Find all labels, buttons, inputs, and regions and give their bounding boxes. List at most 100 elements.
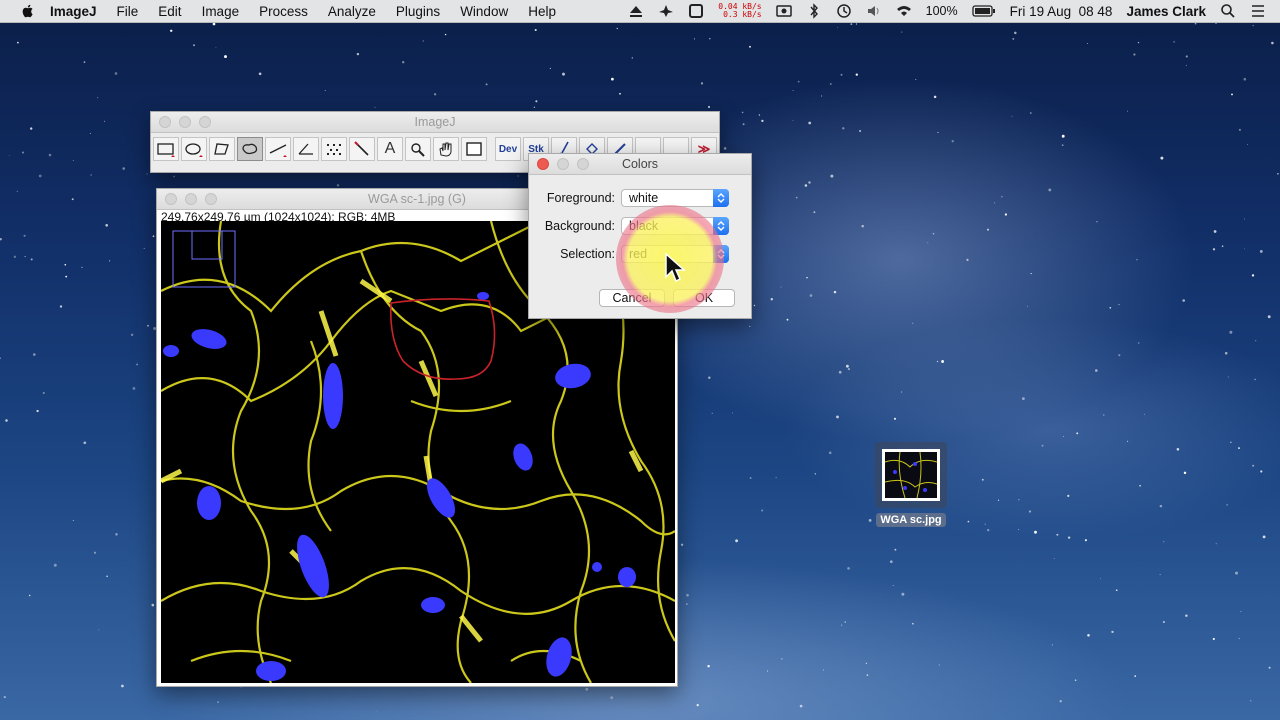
- network-speed[interactable]: 0.04 kB/s 0.3 kB/s: [718, 3, 761, 19]
- foreground-select[interactable]: white: [621, 189, 729, 207]
- zoom-button[interactable]: [199, 116, 211, 128]
- menu-plugins[interactable]: Plugins: [396, 4, 440, 19]
- clock[interactable]: Fri 19 Aug 08 48: [1010, 4, 1113, 19]
- spotlight-search-icon[interactable]: [1220, 3, 1236, 19]
- freehand-tool[interactable]: [237, 137, 263, 161]
- star: [215, 47, 217, 49]
- menu-process[interactable]: Process: [259, 4, 308, 19]
- oval-tool[interactable]: [181, 137, 207, 161]
- close-button[interactable]: [159, 116, 171, 128]
- star: [855, 73, 858, 76]
- window-square-icon[interactable]: [688, 3, 704, 19]
- line-tool[interactable]: [265, 137, 291, 161]
- menu-file[interactable]: File: [117, 4, 139, 19]
- star: [865, 662, 868, 664]
- close-button[interactable]: [165, 193, 177, 205]
- wifi-icon[interactable]: [896, 3, 912, 19]
- wand-tool[interactable]: [349, 137, 375, 161]
- star: [1061, 134, 1065, 138]
- star: [1277, 172, 1279, 175]
- angle-tool[interactable]: [293, 137, 319, 161]
- battery-percent[interactable]: 100%: [926, 4, 958, 18]
- mouse-cursor-icon: [665, 252, 686, 283]
- star: [517, 175, 520, 177]
- star: [680, 543, 684, 546]
- star: [901, 391, 903, 393]
- bluetooth-icon[interactable]: [806, 3, 822, 19]
- star: [1061, 144, 1064, 146]
- star: [792, 119, 794, 121]
- star: [1030, 112, 1032, 114]
- menu-image[interactable]: Image: [202, 4, 240, 19]
- star: [838, 370, 842, 374]
- star: [780, 286, 782, 288]
- menu-edit[interactable]: Edit: [158, 4, 181, 19]
- menu-window[interactable]: Window: [460, 4, 508, 19]
- battery-icon[interactable]: [971, 3, 996, 19]
- star: [1022, 397, 1025, 400]
- star: [732, 412, 734, 414]
- star: [1144, 413, 1145, 415]
- background-label: Background:: [544, 219, 615, 233]
- colors-titlebar[interactable]: Colors: [529, 154, 751, 175]
- menu-help[interactable]: Help: [528, 4, 556, 19]
- minimize-button[interactable]: [185, 193, 197, 205]
- star: [1255, 340, 1257, 342]
- star: [781, 658, 783, 660]
- star: [1018, 499, 1020, 501]
- apple-logo-icon[interactable]: [20, 3, 36, 19]
- menu-app-name[interactable]: ImageJ: [50, 4, 97, 19]
- menu-analyze[interactable]: Analyze: [328, 4, 376, 19]
- star: [1067, 536, 1071, 539]
- point-tool[interactable]: [321, 137, 347, 161]
- zoom-button[interactable]: [577, 158, 589, 170]
- star: [1011, 115, 1013, 117]
- volume-icon[interactable]: [866, 3, 882, 19]
- foreground-label: Foreground:: [546, 191, 615, 205]
- background-select[interactable]: black: [621, 217, 729, 235]
- time-machine-icon[interactable]: [836, 3, 852, 19]
- star: [1185, 55, 1188, 58]
- record-icon[interactable]: [775, 3, 792, 19]
- scroll-tool[interactable]: [433, 137, 459, 161]
- ok-button[interactable]: OK: [673, 289, 735, 307]
- desktop-file-icon[interactable]: WGA sc.jpg: [872, 442, 950, 528]
- star: [1254, 378, 1256, 381]
- star: [753, 304, 756, 307]
- imagej-titlebar[interactable]: ImageJ: [151, 112, 719, 133]
- text-tool[interactable]: A: [377, 137, 403, 161]
- dev-menu-tool[interactable]: Dev: [495, 137, 521, 161]
- star: [1246, 144, 1249, 146]
- star: [65, 275, 68, 278]
- close-button[interactable]: [537, 158, 549, 170]
- file-thumbnail: [882, 449, 940, 501]
- star: [38, 174, 42, 178]
- star: [859, 129, 862, 133]
- star: [71, 198, 74, 201]
- star: [0, 238, 2, 241]
- user-name[interactable]: James Clark: [1126, 4, 1206, 19]
- polygon-tool[interactable]: [209, 137, 235, 161]
- background-row: Background: black: [529, 217, 729, 235]
- rectangle-tool[interactable]: [153, 137, 179, 161]
- star: [693, 38, 696, 40]
- star: [1030, 273, 1032, 275]
- cancel-button[interactable]: Cancel: [599, 289, 665, 307]
- color-picker-tool[interactable]: [461, 137, 487, 161]
- eject-icon[interactable]: [628, 3, 644, 19]
- star: [28, 594, 31, 597]
- navigator-inner-rect: [191, 230, 223, 260]
- star: [1059, 700, 1062, 703]
- minimize-button[interactable]: [557, 158, 569, 170]
- magnifier-tool[interactable]: [405, 137, 431, 161]
- star: [892, 584, 894, 586]
- star: [72, 519, 74, 521]
- star: [1087, 634, 1090, 637]
- star: [1111, 630, 1114, 634]
- minimize-button[interactable]: [179, 116, 191, 128]
- spaceship-icon[interactable]: [658, 3, 674, 19]
- star: [1250, 700, 1252, 702]
- zoom-button[interactable]: [205, 193, 217, 205]
- notification-center-icon[interactable]: [1250, 3, 1266, 19]
- star: [258, 72, 262, 76]
